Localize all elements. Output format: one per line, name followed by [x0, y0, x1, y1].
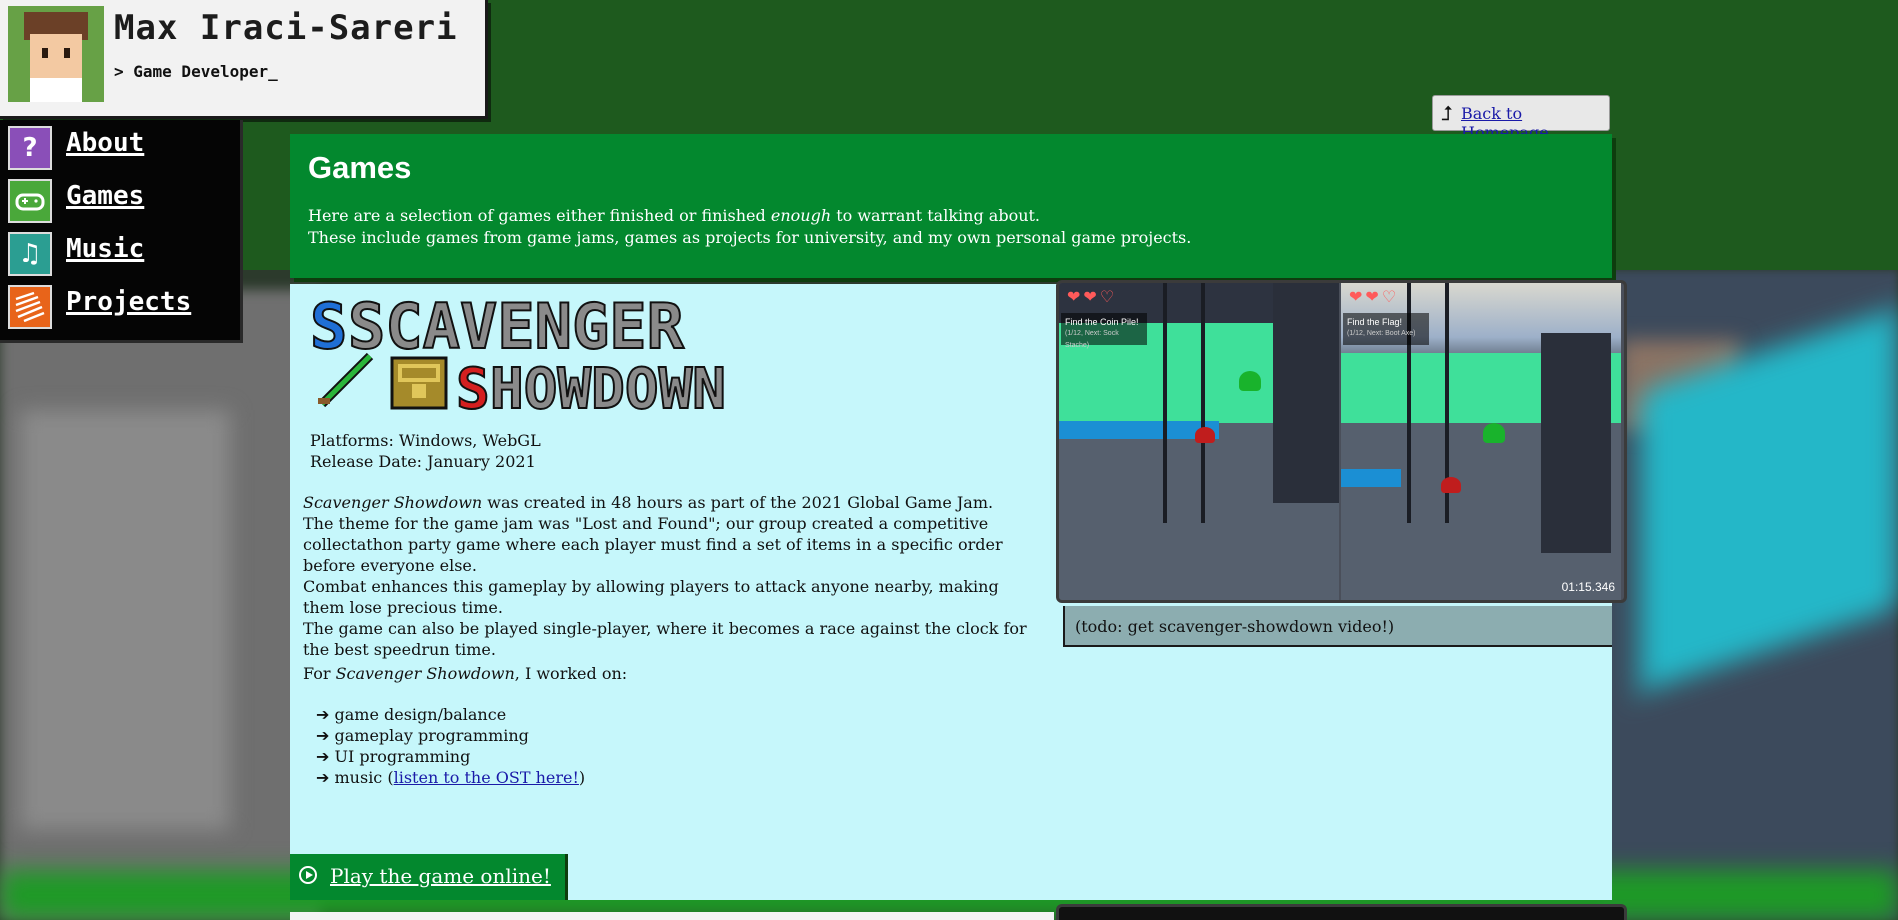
game-description: Scavenger Showdown was created in 48 hou… [303, 493, 1027, 659]
nav-item-music[interactable]: ♫ Music [8, 230, 238, 276]
player-red [1195, 427, 1215, 443]
list-item: ➔ music (listen to the OST here!) [316, 768, 586, 787]
list-item: ➔ gameplay programming [316, 726, 529, 745]
next-game-screenshot [1056, 904, 1627, 920]
back-to-homepage-link[interactable]: ⮥ Back to Homepage [1432, 95, 1610, 142]
hearts-icon: ❤❤♡ [1349, 287, 1400, 306]
side-nav: ? About Games ♫ Music Projects [0, 120, 243, 343]
ost-link[interactable]: listen to the OST here! [394, 768, 579, 787]
svg-text:SCAVENGER: SCAVENGER [348, 294, 685, 363]
next-game-card [290, 912, 1054, 920]
game-screenshot: ❤❤♡ Find the Coin Pile! (1/12, Next: Sock… [1056, 280, 1627, 603]
up-arrow-icon: ⮥ [1441, 101, 1453, 125]
contributions-list: ➔ game design/balance ➔ gameplay program… [316, 704, 585, 788]
nav-item-label: About [66, 128, 145, 158]
screenshot-caption: (todo: get scavenger-showdown video!) [1063, 606, 1612, 647]
intro-text: Here are a selection of games either fin… [308, 206, 1041, 225]
site-header: Max Iraci-Sareri > Game Developer_ [0, 0, 488, 119]
objective-label: Find the Coin Pile! (1/12, Next: Sock Sta… [1061, 313, 1147, 349]
document-icon [8, 285, 52, 329]
nav-item-about[interactable]: ? About [8, 124, 238, 170]
nav-item-label: Games [66, 181, 145, 211]
game-meta: Platforms: Windows, WebGL Release Date: … [310, 430, 541, 472]
games-intro: Games Here are a selection of games eith… [290, 134, 1612, 278]
svg-text:HOWDOWN: HOWDOWN [490, 357, 726, 414]
hearts-icon: ❤❤♡ [1067, 287, 1118, 306]
race-timer: 01:15.346 [1561, 580, 1615, 594]
list-item: ➔ UI programming [316, 747, 471, 766]
site-title: Max Iraci-Sareri [114, 8, 458, 48]
svg-text:S: S [456, 357, 490, 414]
platforms: Platforms: Windows, WebGL [310, 431, 541, 450]
nav-item-projects[interactable]: Projects [8, 283, 238, 329]
svg-text:S: S [310, 294, 347, 363]
game-logo: S SCAVENGER S HOWDOWN [309, 294, 727, 414]
avatar [8, 6, 104, 102]
player-red [1441, 477, 1461, 493]
play-online-label: Play the game online! [330, 864, 551, 888]
nav-item-label: Music [66, 234, 145, 264]
nav-item-label: Projects [66, 287, 192, 317]
list-item: ➔ game design/balance [316, 705, 507, 724]
sword-icon [318, 352, 374, 408]
site-subtitle: > Game Developer_ [114, 62, 278, 81]
release-date: Release Date: January 2021 [310, 452, 536, 471]
screenshot-right-player: ❤❤♡ Find the Flag! (1/12, Next: Boot Axe)… [1341, 283, 1621, 600]
play-online-button[interactable]: Play the game online! [290, 854, 568, 900]
nav-item-games[interactable]: Games [8, 177, 238, 223]
worked-on-heading: For Scavenger Showdown, I worked on: [303, 664, 628, 683]
treasure-chest-icon [390, 356, 448, 410]
page-title: Games [308, 150, 412, 185]
music-note-icon: ♫ [8, 232, 52, 276]
objective-label: Find the Flag! (1/12, Next: Boot Axe) [1343, 313, 1429, 345]
player-green [1483, 423, 1505, 443]
gamepad-icon [8, 179, 52, 223]
player-green [1239, 371, 1261, 391]
question-icon: ? [8, 126, 52, 170]
intro-text-2: These include games from game jams, game… [308, 228, 1192, 247]
screenshot-left-player: ❤❤♡ Find the Coin Pile! (1/12, Next: Sock… [1059, 283, 1339, 600]
play-circle-icon [299, 866, 317, 884]
